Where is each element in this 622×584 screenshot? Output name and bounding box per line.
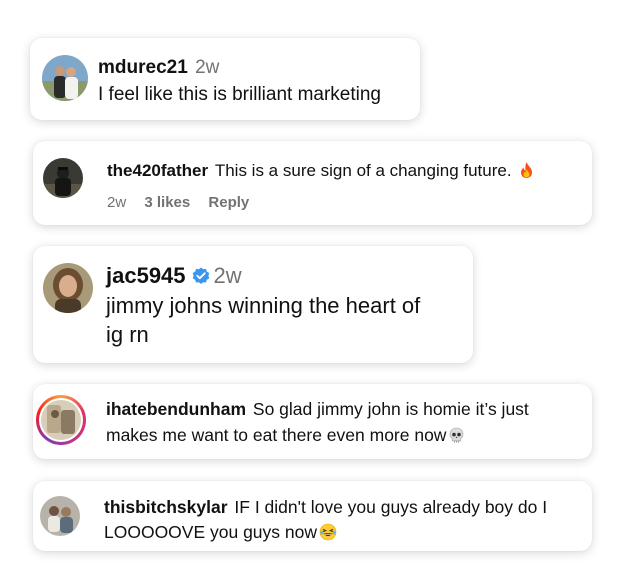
avatar[interactable] [40, 496, 80, 536]
reply-button[interactable]: Reply [208, 194, 249, 211]
avatar[interactable] [41, 400, 81, 440]
comment-card-2: the420father This is a sure sign of a ch… [33, 141, 592, 225]
username[interactable]: the420father [107, 161, 208, 180]
comment-text-line-1: IF I didn't love you guys already boy do… [234, 497, 548, 517]
story-ring[interactable] [36, 395, 86, 445]
likes-count[interactable]: 3 likes [144, 194, 190, 211]
comment-card-4: ihatebendunham So glad jimmy john is hom… [33, 384, 592, 459]
username[interactable]: jac5945 [106, 263, 186, 288]
comment-text-line-2: makes me want to eat there even more now [106, 425, 447, 445]
avatar[interactable] [42, 55, 88, 101]
comment-text-line-1: jimmy johns winning the heart of [106, 293, 421, 318]
comment-card-3: jac5945 2w jimmy johns winning the heart … [33, 246, 473, 363]
comment-text: This is a sure sign of a changing future… [214, 161, 512, 180]
timestamp: 2w [213, 263, 242, 288]
comment-text-line-1: So glad jimmy john is homie it’s just [252, 399, 529, 419]
verified-badge-icon [192, 265, 210, 291]
avatar[interactable] [43, 158, 83, 198]
username[interactable]: mdurec21 [98, 57, 188, 78]
laughing-emoji-icon [319, 523, 337, 546]
avatar[interactable] [43, 263, 93, 313]
timestamp: 2w [195, 57, 220, 78]
username[interactable]: ihatebendunham [106, 399, 246, 419]
comment-text: I feel like this is brilliant marketing [98, 84, 381, 105]
comment-card-5: thisbitchskylar IF I didn't love you guy… [33, 481, 592, 551]
username[interactable]: thisbitchskylar [104, 497, 228, 517]
fire-icon [518, 161, 535, 184]
comment-text-line-2: ig rn [106, 322, 149, 347]
comment-card-1: mdurec21 2w I feel like this is brillian… [30, 38, 420, 120]
skull-icon [448, 427, 465, 449]
comment-text-line-2: LOOOOOVE you guys now [104, 522, 318, 542]
timestamp: 2w [107, 194, 127, 211]
